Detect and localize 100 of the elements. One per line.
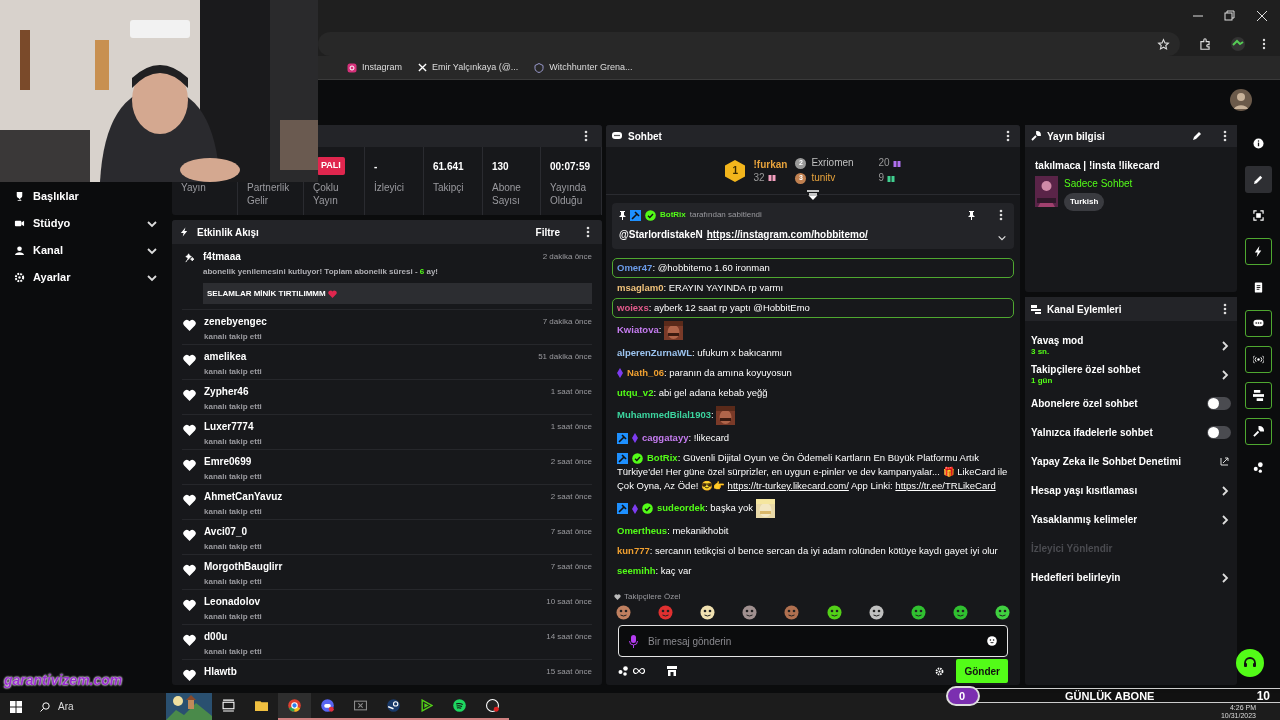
nav-item[interactable]: Stüdyo — [14, 214, 158, 233]
rail-button[interactable] — [1245, 418, 1272, 445]
stat-value: - — [374, 159, 378, 174]
username: d00u — [204, 630, 228, 644]
close-icon[interactable] — [1256, 10, 1268, 22]
pinned-note: tarafından sabitlendi — [689, 209, 763, 221]
extensions-icon[interactable] — [1198, 37, 1212, 51]
taskbar-app[interactable] — [278, 693, 311, 720]
info-icon — [1253, 138, 1264, 149]
username: MorgothBauglirr — [204, 560, 283, 574]
action-item[interactable]: Yalnızca ifadelerle sohbet — [1031, 426, 1207, 439]
emote-icon[interactable] — [826, 605, 842, 620]
chevron-down-icon[interactable] — [997, 233, 1007, 243]
filter-button[interactable]: Filtre — [535, 224, 560, 240]
unpin-icon[interactable] — [968, 210, 975, 220]
bookmark-link[interactable]: Witchhunter Grena... — [534, 60, 633, 75]
timestamp: 14 saat önce — [546, 630, 592, 643]
event-text: kanalı takip etti — [204, 576, 263, 588]
dots-cluster-icon[interactable] — [618, 666, 629, 676]
toggle-switch[interactable] — [1207, 426, 1231, 439]
action-item[interactable]: Abonelere özel sohbet — [1031, 397, 1207, 410]
chat-message: utqu_v2: abi gel adana kebab yeğğ — [616, 386, 769, 400]
event-text: kanalı takip etti — [204, 366, 263, 378]
chat-message: msaglam0: ERAYIN YAYINDA rp varmı — [616, 281, 785, 295]
send-button[interactable]: Gönder — [956, 659, 1008, 683]
chat-message: Omertheus: mekanikhobit — [616, 524, 730, 538]
chat-message: BotRix: Güvenli Dijital Oyun ve Ön Ödemeli Kartların En Büyük Platformu Artık Türkiye'de! Her güne özel sürprizler, en uygun e-pinler ve dev kampanyalar... 🎁 LikeCard ile Çok Oyna, Az Öde! 😎👉 https://tr-turkey.likecard.com/ App Linki: https://tr.ee/TRLikeCard — [616, 451, 1009, 493]
leader-name: !furkan — [753, 157, 788, 171]
emote-icon[interactable] — [910, 605, 926, 620]
broadcast-icon — [1253, 354, 1264, 365]
rail-button[interactable] — [1245, 238, 1272, 265]
rail-button[interactable] — [1245, 310, 1272, 337]
emote-icon[interactable] — [868, 605, 884, 620]
action-item[interactable]: Yapay Zeka ile Sohbet Denetimi — [1031, 455, 1220, 468]
action-item[interactable]: Yasaklanmış kelimeler — [1031, 513, 1219, 526]
verified-badge-icon — [645, 209, 656, 221]
edit-icon[interactable] — [1192, 131, 1201, 141]
category-link[interactable]: Sadece Sohbet — [1064, 176, 1133, 191]
folder-icon — [255, 699, 268, 712]
search-field[interactable]: Ara — [34, 693, 164, 720]
emote-icon[interactable] — [742, 605, 758, 620]
document-icon — [1253, 282, 1264, 293]
emote-icon[interactable] — [995, 605, 1010, 620]
gift-icon — [892, 159, 901, 167]
chat-message: woiexs: ayberk 12 saat rp yaptı @HobbitEmo — [612, 298, 1014, 318]
rail-button[interactable] — [1245, 382, 1272, 409]
username: f4tmaaa — [203, 250, 241, 264]
play-icon — [420, 699, 433, 712]
game-controller-icon — [321, 699, 334, 712]
rank-number: 1 — [732, 164, 739, 177]
action-item[interactable]: Takipçilere özel sohbet — [1031, 363, 1219, 376]
action-item[interactable]: Hedefleri belirleyin — [1031, 571, 1219, 584]
rail-button[interactable] — [1245, 166, 1272, 193]
chat-message: alperenZurnaWL: ufukum x bakıcanmı — [616, 346, 784, 360]
timestamp: 2 saat önce — [550, 455, 592, 468]
chat-icon — [1253, 318, 1264, 329]
external-link-icon[interactable] — [1220, 457, 1229, 466]
chevron-right-icon — [1219, 368, 1231, 381]
music-icon — [453, 699, 466, 712]
emote-icon[interactable] — [700, 605, 716, 620]
event-text: kanalı takip etti — [204, 541, 263, 553]
rank-hexagon-icon — [725, 159, 746, 182]
help-button[interactable] — [1236, 649, 1264, 677]
action-item[interactable]: Hesap yaşı kısıtlaması — [1031, 484, 1219, 497]
heart-emoji-icon — [327, 289, 337, 298]
emoji-icon[interactable] — [987, 636, 997, 646]
toggle-switch[interactable] — [1207, 397, 1231, 410]
profile-icon[interactable] — [1230, 36, 1246, 52]
nav-item[interactable]: Başlıklar — [14, 187, 158, 206]
stat-label: İzleyici — [374, 181, 405, 194]
chat-link[interactable]: https://tr.ee/TRLikeCard — [895, 480, 996, 491]
action-item[interactable]: Yavaş mod — [1031, 334, 1219, 347]
chat-link[interactable]: https://tr-turkey.likecard.com/ — [727, 480, 849, 491]
bookmark-link[interactable]: Emir Yalçınkaya (@... — [418, 60, 519, 75]
nav-item[interactable]: Ayarlar — [14, 268, 158, 287]
pinned-link[interactable]: https://instagram.com/hobbitemo/ — [706, 226, 993, 242]
settings-icon[interactable] — [935, 666, 945, 676]
bookmark-link[interactable]: Instagram — [347, 60, 403, 75]
stat-label: Yayın — [181, 181, 207, 194]
star-icon[interactable] — [1157, 37, 1170, 51]
headset-icon — [1243, 656, 1257, 670]
stat-value: 61.641 — [433, 159, 464, 174]
emote-icon[interactable] — [952, 605, 968, 620]
emote-icon[interactable] — [616, 605, 631, 620]
message-box[interactable]: Bir mesaj gönderin — [618, 625, 1008, 657]
timestamp: 7 saat önce — [550, 560, 592, 573]
avatar[interactable] — [1230, 89, 1252, 111]
message-field[interactable]: Bir mesaj gönderin — [648, 626, 977, 656]
restore-icon[interactable] — [1224, 10, 1236, 22]
windows-icon[interactable] — [10, 700, 22, 713]
chat-message: kun777: sercanın tetikçisi ol bence sercan da iyi adam rolünden kötüye kaydı gayet iyi olur — [616, 544, 999, 558]
chat-message: Kwiatova: — [612, 318, 1014, 343]
store-icon[interactable] — [667, 666, 677, 676]
nav-item[interactable]: Kanal — [14, 241, 158, 260]
rail-button[interactable] — [1245, 346, 1272, 373]
heart-icon — [183, 424, 196, 436]
sub-badge-icon — [617, 368, 623, 379]
chevron-right-icon — [1219, 571, 1231, 584]
collapse-icon[interactable] — [807, 190, 819, 200]
infinity-icon[interactable] — [633, 667, 645, 675]
